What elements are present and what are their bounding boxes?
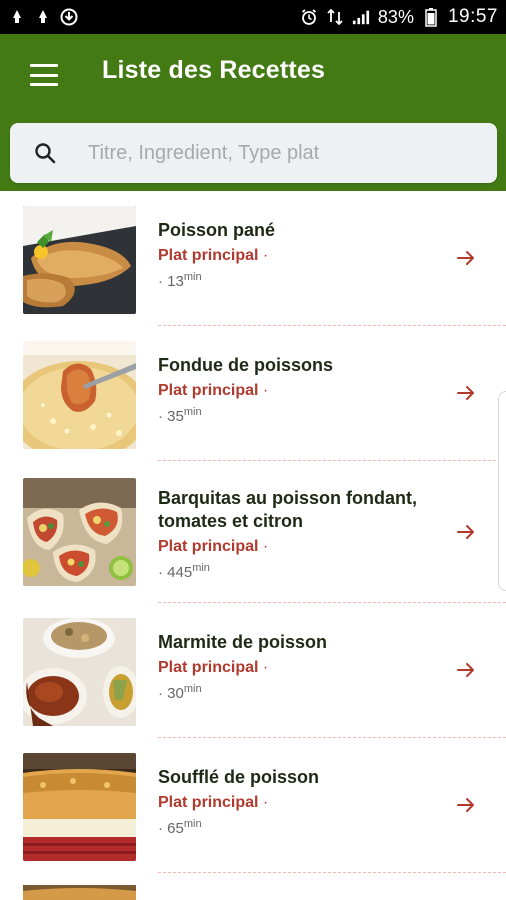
recipe-type-label: Plat principal [158,659,259,676]
arrow-right-icon[interactable] [455,521,477,543]
signal-icon [352,8,370,26]
arrow-right-icon[interactable] [455,794,477,816]
recipe-title: Marmite de poisson [158,632,328,652]
recipe-time: · 35min [158,406,448,425]
scroll-edge[interactable] [498,391,506,591]
recipe-time-value: 13 [167,273,184,290]
search-icon[interactable] [10,142,80,164]
recipe-info: Soufflé de poisson Plat principal · · 65… [158,766,448,837]
recipe-info: Poisson pané Plat principal · · 13min [158,219,448,290]
recipe-type-separator: · [258,659,269,676]
recipe-type-separator: · [258,382,269,399]
recipe-time-value: 445 [167,564,193,581]
alarm-icon [300,8,318,26]
recipe-title: Poisson pané [158,220,276,240]
app-bar: Liste des Recettes [0,34,506,191]
recipe-image-partial [23,885,136,900]
recipe-time-prefix: · [158,564,168,581]
recipe-image [23,753,136,861]
search-bar[interactable] [10,123,497,183]
notification-icon [34,8,52,26]
recipe-time-prefix: · [158,273,168,290]
recipe-list: Poisson pané Plat principal · · 13min Fo… [0,191,506,900]
recipe-time-prefix: · [158,685,168,702]
status-bar: 83% 19:57 [0,0,506,34]
recipe-type: Plat principal · [158,538,448,556]
recipe-title: Barquitas au poisson fondant, tomates et… [158,488,418,531]
recipe-item[interactable]: Soufflé de poisson Plat principal · · 65… [0,738,506,873]
recipe-time-value: 30 [167,685,184,702]
notification-icon [8,8,26,26]
recipe-type-label: Plat principal [158,382,259,399]
recipe-type: Plat principal · [158,659,448,677]
data-icon [326,8,344,26]
recipe-type: Plat principal · [158,382,448,400]
recipe-image [23,618,136,726]
recipe-type-separator: · [258,538,269,555]
recipe-info: Barquitas au poisson fondant, tomates et… [158,487,448,581]
recipe-title: Fondue de poissons [158,355,334,375]
recipe-type: Plat principal · [158,247,448,265]
recipe-item[interactable]: Marmite de poisson Plat principal · · 30… [0,603,506,738]
recipe-time: · 30min [158,683,448,702]
recipe-type-label: Plat principal [158,538,259,555]
search-input[interactable] [80,141,460,165]
recipe-item[interactable]: Barquitas au poisson fondant, tomates et… [0,461,506,603]
clock: 19:57 [447,6,498,27]
recipe-title: Soufflé de poisson [158,767,320,787]
recipe-time: · 445min [158,562,448,581]
recipe-image [23,341,136,449]
recipe-image [23,206,136,314]
recipe-info: Fondue de poissons Plat principal · · 35… [158,354,448,425]
recipe-time-prefix: · [158,820,168,837]
menu-icon[interactable] [30,64,58,86]
page-title: Liste des Recettes [102,56,326,84]
divider [158,872,506,873]
recipe-time-prefix: · [158,408,168,425]
status-left [8,8,78,26]
arrow-right-icon[interactable] [455,659,477,681]
recipe-image [23,478,136,586]
recipe-time-unit: min [192,562,210,574]
recipe-time-value: 35 [167,408,184,425]
recipe-type-label: Plat principal [158,794,259,811]
battery-icon [422,8,440,27]
recipe-type: Plat principal · [158,794,448,812]
arrow-right-icon[interactable] [455,247,477,269]
status-right: 83% 19:57 [300,6,498,28]
recipe-item[interactable]: Fondue de poissons Plat principal · · 35… [0,326,506,461]
battery-percent: 83% [377,6,414,27]
recipe-time: · 65min [158,818,448,837]
recipe-time-unit: min [183,818,202,830]
recipe-time-unit: min [183,683,202,695]
recipe-type-separator: · [258,247,269,264]
recipe-info: Marmite de poisson Plat principal · · 30… [158,631,448,702]
recipe-time: · 13min [158,271,448,290]
download-icon [60,8,78,26]
arrow-right-icon[interactable] [455,382,477,404]
recipe-type-separator: · [258,794,269,811]
recipe-item[interactable]: Poisson pané Plat principal · · 13min [0,191,506,326]
recipe-time-value: 65 [167,820,184,837]
recipe-time-unit: min [183,406,202,418]
recipe-time-unit: min [183,271,202,283]
recipe-type-label: Plat principal [158,247,259,264]
